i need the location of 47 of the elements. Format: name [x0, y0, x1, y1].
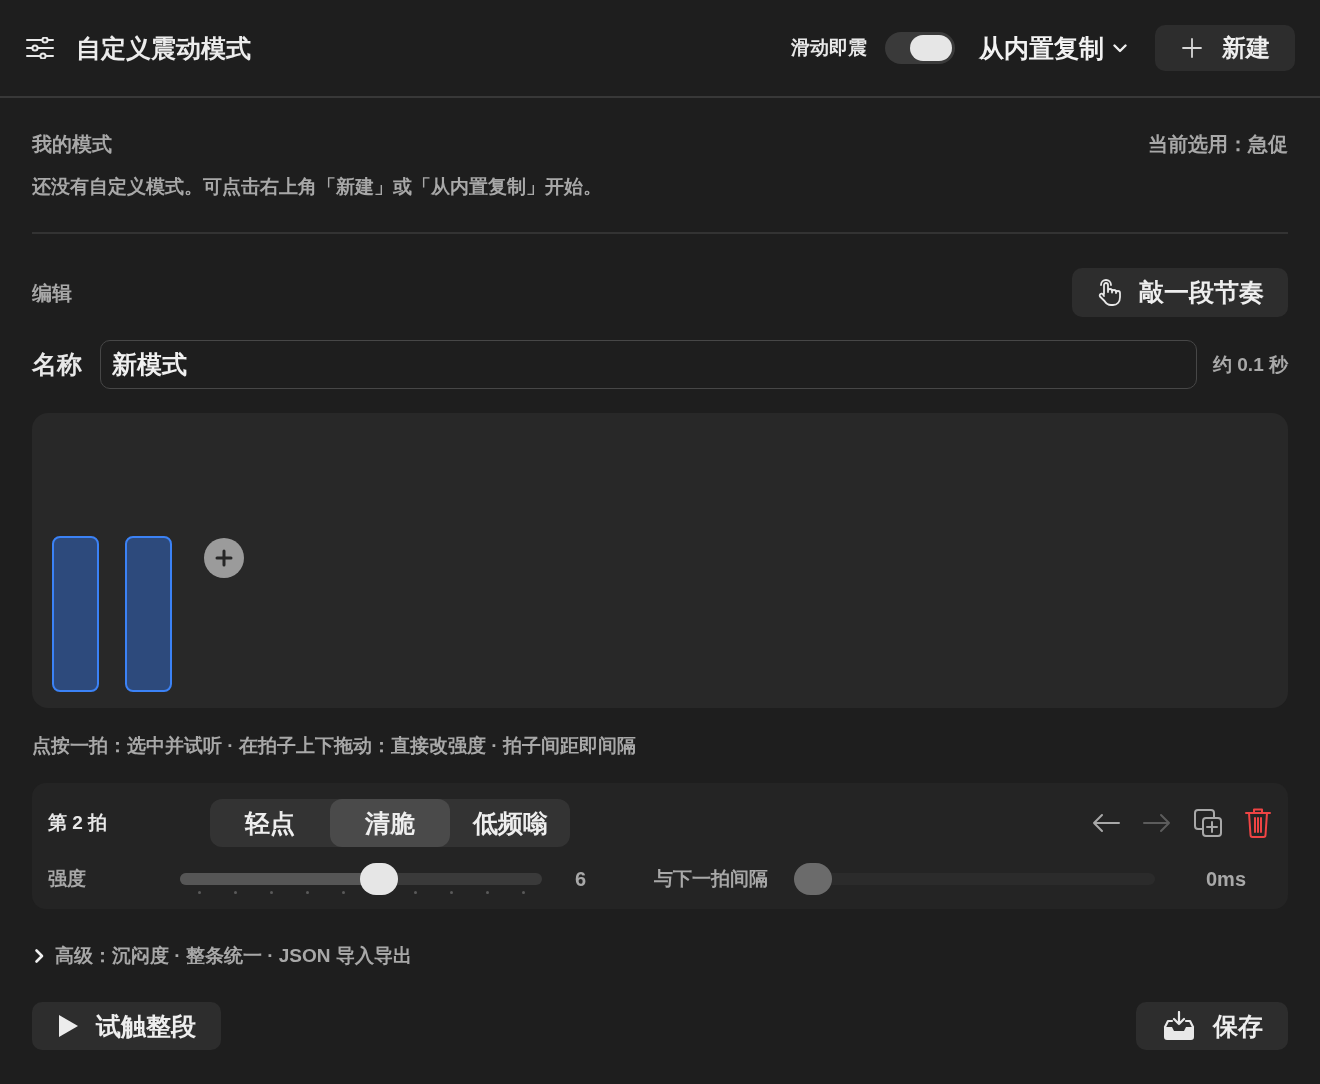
tick-mark [449, 891, 453, 894]
trash-icon[interactable] [1245, 808, 1271, 838]
page-title: 自定义震动模式 [76, 32, 251, 64]
current-pattern-text: 当前选用：急促 [1148, 132, 1288, 157]
section-heading: 我的模式 [32, 132, 112, 157]
tick-mark [413, 891, 417, 894]
duplicate-icon[interactable] [1194, 809, 1222, 837]
slider-value: 0ms [1204, 867, 1247, 891]
name-input[interactable]: 新模式 [100, 340, 1197, 389]
tap-rhythm-button[interactable]: 敲一段节奏 [1072, 268, 1288, 317]
toggle-label: 滑动即震 [791, 36, 867, 60]
plus-icon [215, 549, 233, 567]
name-label: 名称 [32, 349, 83, 380]
save-button[interactable]: 保存 [1136, 1002, 1288, 1050]
toggle-switch[interactable] [885, 32, 955, 64]
hint-text: 点按一拍：选中并试听 · 在拍子上下拖动：直接改强度 · 拍子间距即间隔 [32, 734, 637, 758]
beat-title: 第 2 拍 [48, 811, 109, 835]
play-all-button[interactable]: 试触整段 [32, 1002, 221, 1050]
new-button[interactable]: 新建 [1155, 25, 1295, 71]
beat-type-tab[interactable]: 低频嗡 [450, 799, 570, 847]
tick-mark [485, 891, 489, 894]
tick-mark [197, 891, 201, 894]
intensity-slider[interactable] [180, 863, 542, 895]
section-heading: 编辑 [32, 280, 72, 306]
pointing-hand-icon [1097, 279, 1121, 306]
slider-thumb[interactable] [360, 863, 399, 895]
advanced-disclosure[interactable]: 高级：沉闷度 · 整条统一 · JSON 导入导出 [32, 942, 412, 970]
add-beat-button[interactable] [204, 538, 244, 578]
slider-label: 与下一拍间隔 [654, 867, 769, 891]
tick-mark [269, 891, 273, 894]
empty-message: 还没有自定义模式。可点击右上角「新建」或「从内置复制」开始。 [32, 175, 603, 199]
tick-mark [233, 891, 237, 894]
slider-label: 强度 [48, 867, 87, 891]
beat-type-tab[interactable]: 清脆 [330, 799, 450, 847]
slider-value: 6 [574, 867, 588, 891]
beat-type-tab[interactable]: 轻点 [210, 799, 330, 847]
tick-mark [305, 891, 309, 894]
arrow-left-icon[interactable] [1092, 813, 1120, 833]
tray-download-icon [1163, 1011, 1195, 1041]
tick-mark [341, 891, 345, 894]
duration-text: 约 0.1 秒 [1213, 352, 1288, 377]
sliders-icon [26, 37, 54, 59]
plus-icon [1182, 38, 1202, 58]
play-icon [59, 1015, 78, 1037]
chevron-down-icon [1113, 43, 1127, 53]
tick-mark [521, 891, 525, 894]
copy-from-builtin-menu[interactable]: 从内置复制 [979, 31, 1127, 65]
